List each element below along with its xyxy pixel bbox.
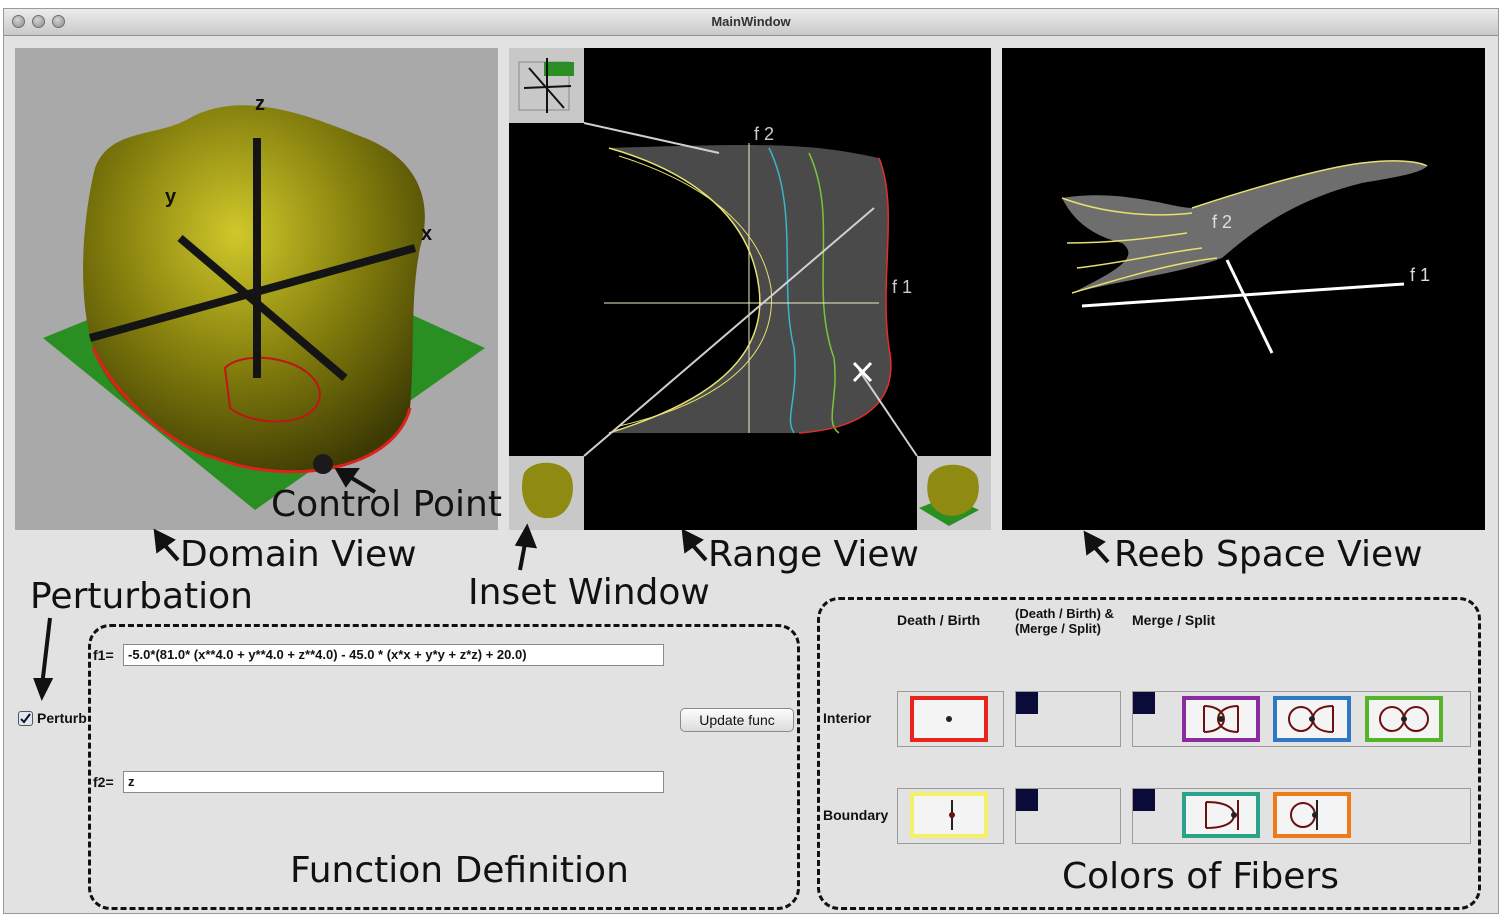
row-label-boundary: Boundary [823, 807, 889, 823]
domain-view-arrowhead [153, 528, 176, 554]
inset-window-annotation: Inset Window [468, 572, 710, 613]
perturbation-arrow [40, 617, 52, 687]
perturbation-arrowhead [33, 678, 54, 701]
range-view-arrowhead [681, 528, 704, 554]
boundary-merge-split-color[interactable] [1133, 789, 1155, 811]
f1-input[interactable]: -5.0*(81.0* (x**4.0 + y**4.0 + z**4.0) -… [123, 644, 664, 666]
interior-birth-swatch[interactable] [910, 696, 988, 742]
row-label-interior: Interior [823, 710, 872, 726]
reeb-space-view-annotation: Reeb Space View [1114, 534, 1423, 575]
control-point-arrowhead [334, 468, 360, 488]
perturb-checkbox[interactable] [18, 711, 33, 726]
interior-combined-color[interactable] [1016, 692, 1038, 714]
interior-merge-split-swatch-1[interactable] [1182, 696, 1260, 742]
merge-boundary-fiber-icon [1203, 705, 1239, 733]
boundary-merge-split-swatch-2[interactable] [1273, 792, 1351, 838]
col-header-merge-split-paren: (Merge / Split) [1015, 621, 1101, 636]
checkmark-icon [20, 713, 31, 724]
f2-label: f2= [93, 774, 114, 790]
boundary-combined-color[interactable] [1016, 789, 1038, 811]
perturb-label: Perturb [37, 710, 87, 726]
control-point-annotation: Control Point [271, 484, 502, 525]
domain-view-annotation: Domain View [180, 534, 417, 575]
col-header-death-birth-and: (Death / Birth) & [1015, 606, 1114, 621]
boundary-merge-fiber-icon [1205, 800, 1239, 830]
col-header-death-birth: Death / Birth [897, 612, 981, 628]
perturbation-annotation: Perturbation [30, 576, 253, 617]
interior-merge-split-swatch-3[interactable] [1365, 696, 1443, 742]
update-func-button[interactable]: Update func [680, 708, 794, 732]
interior-merge-split-color[interactable] [1133, 692, 1155, 714]
colors-of-fibers-annotation: Colors of Fibers [1062, 856, 1339, 897]
inset-window-arrowhead [514, 523, 538, 549]
point-fiber-icon [946, 716, 952, 722]
interior-merge-split-swatch-2[interactable] [1273, 696, 1351, 742]
boundary-merge-split-swatch-1[interactable] [1182, 792, 1260, 838]
f1-label: f1= [93, 647, 114, 663]
half-loop-fiber-icon [1288, 705, 1334, 733]
boundary-point-fiber-icon [949, 800, 955, 830]
f2-input[interactable]: z [123, 771, 664, 793]
boundary-loop-fiber-icon [1290, 800, 1318, 830]
function-definition-annotation: Function Definition [290, 850, 629, 891]
range-view-annotation: Range View [708, 534, 919, 575]
reeb-view-arrowhead [1083, 530, 1106, 556]
double-loop-fiber-icon [1379, 706, 1429, 732]
boundary-birth-swatch[interactable] [910, 792, 988, 838]
col-header-merge-split: Merge / Split [1132, 612, 1216, 628]
